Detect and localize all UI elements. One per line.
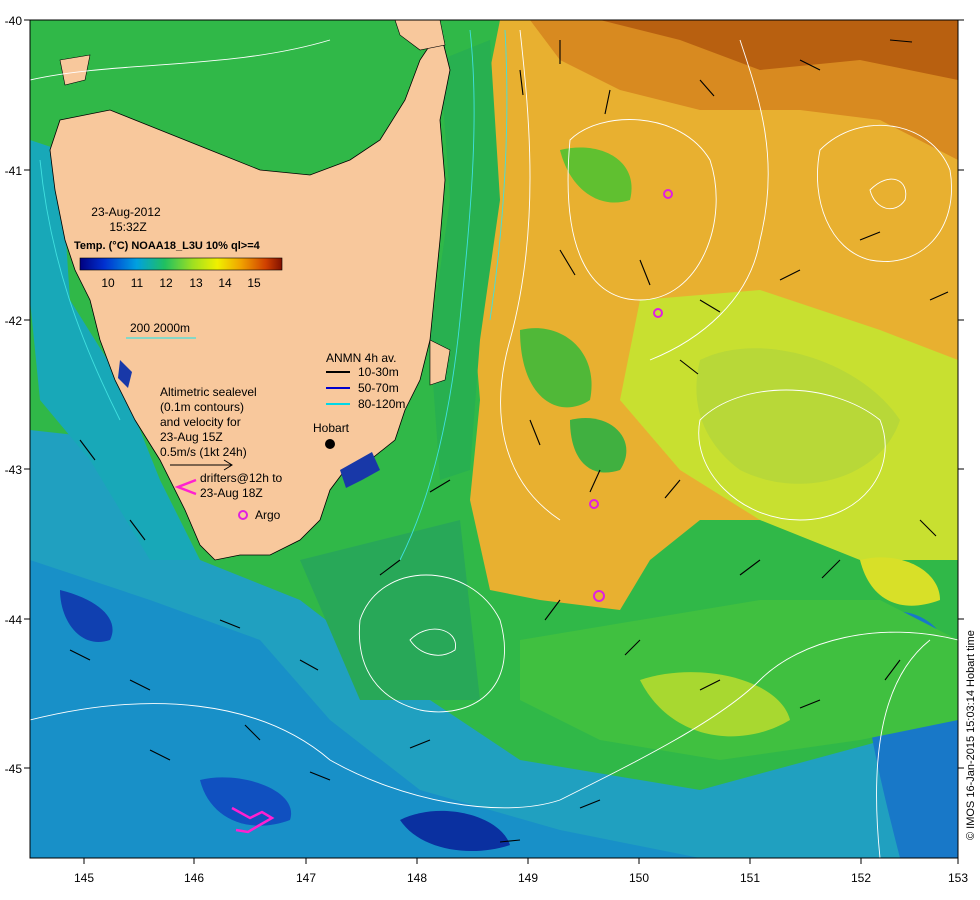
lon-tick-149: 149 [518,871,538,885]
altimetry-line-3: and velocity for [160,415,241,429]
map-date: 23-Aug-2012 [91,205,161,219]
altimetry-line-5: 0.5m/s (1kt 24h) [160,445,247,459]
lon-tick-150: 150 [629,871,649,885]
product-title: Temp. (°C) NOAA18_L3U 10% ql>=4 [74,240,261,252]
map-time: 15:32Z [109,220,146,234]
lon-tick-151: 151 [740,871,760,885]
lon-tick-152: 152 [851,871,871,885]
colorbar-tick-12: 12 [159,276,173,290]
lon-tick-147: 147 [296,871,316,885]
lat-tick-43: -43 [5,463,23,477]
sst-map: 145 146 147 148 149 150 151 152 153 -40 … [5,14,977,885]
colorbar-tick-14: 14 [218,276,232,290]
colorbar-tick-10: 10 [101,276,115,290]
anmn-legend-item-2: 50-70m [358,381,399,395]
colorbar-tick-13: 13 [189,276,203,290]
argo-legend-label: Argo [255,508,281,522]
drifters-line-1: drifters@12h to [200,471,283,485]
lat-tick-40: -40 [5,14,23,28]
altimetry-line-4: 23-Aug 15Z [160,430,223,444]
lon-tick-148: 148 [407,871,427,885]
anmn-legend-item-3: 80-120m [358,397,405,411]
colorbar-tick-15: 15 [247,276,261,290]
hobart-marker [325,439,335,449]
altimetry-line-2: (0.1m contours) [160,400,244,414]
colorbar-tick-11: 11 [131,276,144,290]
lon-tick-146: 146 [184,871,204,885]
anmn-legend-item-1: 10-30m [358,365,399,379]
bathymetry-legend: 200 2000m [130,321,190,335]
drifters-line-2: 23-Aug 18Z [200,486,263,500]
altimetry-line-1: Altimetric sealevel [160,385,257,399]
lat-tick-42: -42 [5,314,23,328]
sst-colorbar [79,257,283,271]
hobart-label: Hobart [313,421,350,435]
lon-tick-145: 145 [74,871,94,885]
lat-tick-44: -44 [5,613,23,627]
anmn-legend-title: ANMN 4h av. [326,351,396,365]
lat-tick-41: -41 [5,164,23,178]
lon-tick-153: 153 [948,871,968,885]
credit-text: © IMOS 16-Jan-2015 15:03:14 Hobart time [965,630,977,840]
lat-tick-45: -45 [5,762,23,776]
